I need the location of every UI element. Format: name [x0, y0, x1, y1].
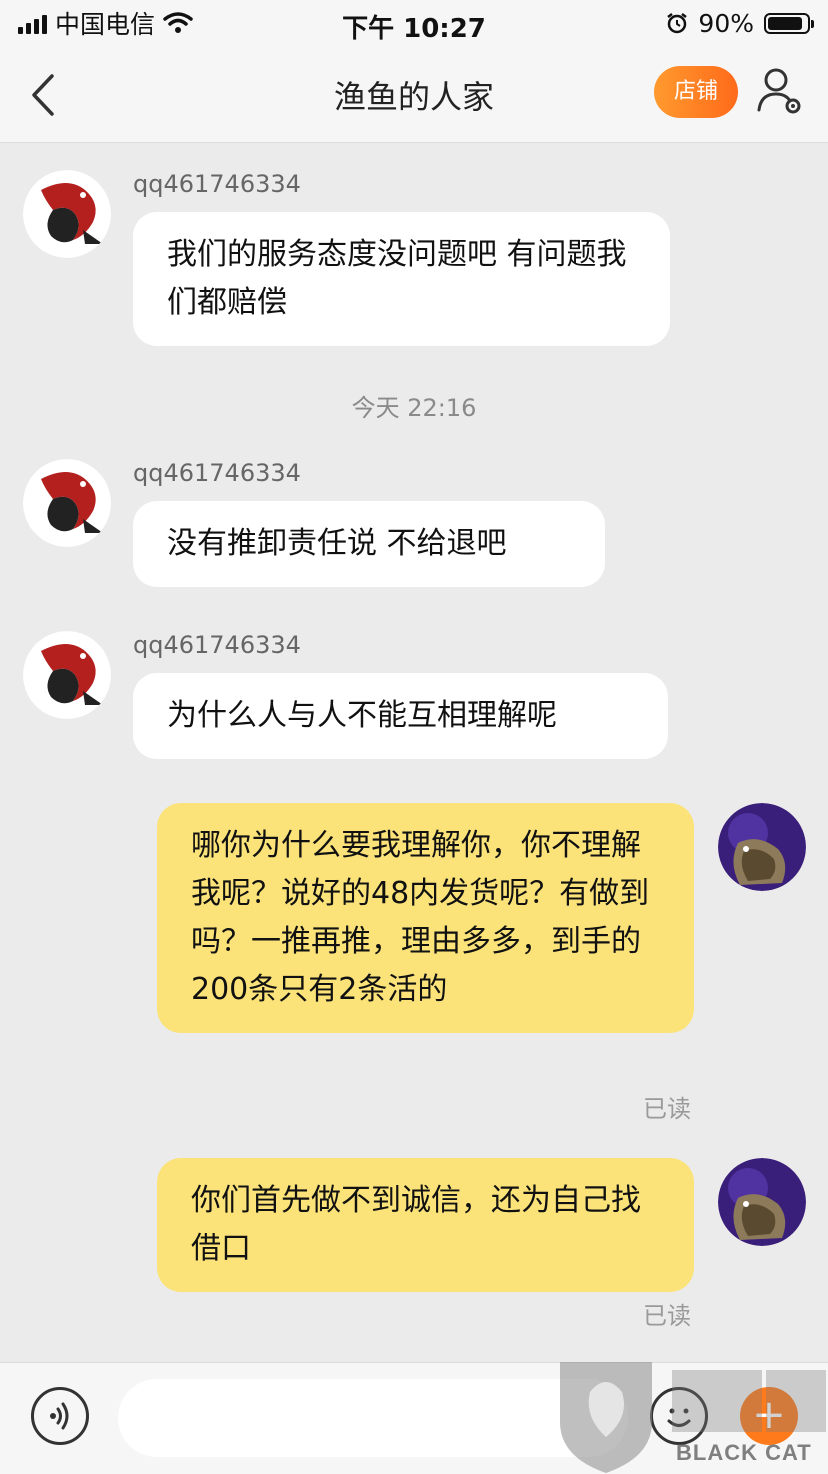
- voice-button[interactable]: [31, 1387, 89, 1445]
- message-bubble[interactable]: 没有推卸责任说 不给退吧: [133, 501, 605, 587]
- emoji-button[interactable]: [650, 1387, 708, 1445]
- battery-percent: 90%: [698, 8, 754, 38]
- read-status: 已读: [643, 1302, 691, 1330]
- message-bubble[interactable]: 为什么人与人不能互相理解呢: [133, 673, 668, 759]
- nav-bar: 渔鱼的人家 店铺: [0, 48, 828, 143]
- read-status: 已读: [643, 1095, 691, 1123]
- fish-logo-icon: [23, 631, 111, 719]
- voice-icon: [50, 1402, 69, 1430]
- shop-avatar[interactable]: [23, 631, 111, 719]
- sender-name: qq461746334: [133, 459, 301, 487]
- more-button[interactable]: +: [740, 1387, 798, 1445]
- user-avatar[interactable]: [718, 803, 806, 891]
- user-settings-icon[interactable]: [756, 66, 806, 122]
- message-timestamp: 今天 22:16: [351, 394, 477, 422]
- sender-name: qq461746334: [133, 631, 301, 659]
- status-right: 90%: [666, 8, 814, 38]
- user-photo-icon: [718, 1158, 806, 1246]
- shop-button[interactable]: 店铺: [654, 66, 738, 118]
- plus-icon: +: [752, 1392, 786, 1438]
- message-input[interactable]: [118, 1379, 628, 1457]
- alarm-icon: [667, 13, 688, 34]
- smile-icon: [667, 1408, 691, 1427]
- shop-avatar[interactable]: [23, 170, 111, 258]
- message-bubble[interactable]: 我们的服务态度没问题吧 有问题我们都赔偿: [133, 212, 670, 346]
- watermark-text: BLACK CAT: [676, 1440, 812, 1465]
- fish-logo-icon: [23, 170, 111, 258]
- user-avatar[interactable]: [718, 1158, 806, 1246]
- user-photo-icon: [718, 803, 806, 891]
- fish-logo-icon: [23, 459, 111, 547]
- message-bubble[interactable]: 哪你为什么要我理解你，你不理解我呢？说好的48内发货呢？有做到吗？一推再推，理由…: [157, 803, 694, 1033]
- sender-name: qq461746334: [133, 170, 301, 198]
- message-bubble[interactable]: 你们首先做不到诚信，还为自己找借口: [157, 1158, 694, 1292]
- battery-icon: [764, 12, 814, 34]
- status-bar: 中国电信 下午 10:27 90%: [0, 0, 828, 48]
- shop-avatar[interactable]: [23, 459, 111, 547]
